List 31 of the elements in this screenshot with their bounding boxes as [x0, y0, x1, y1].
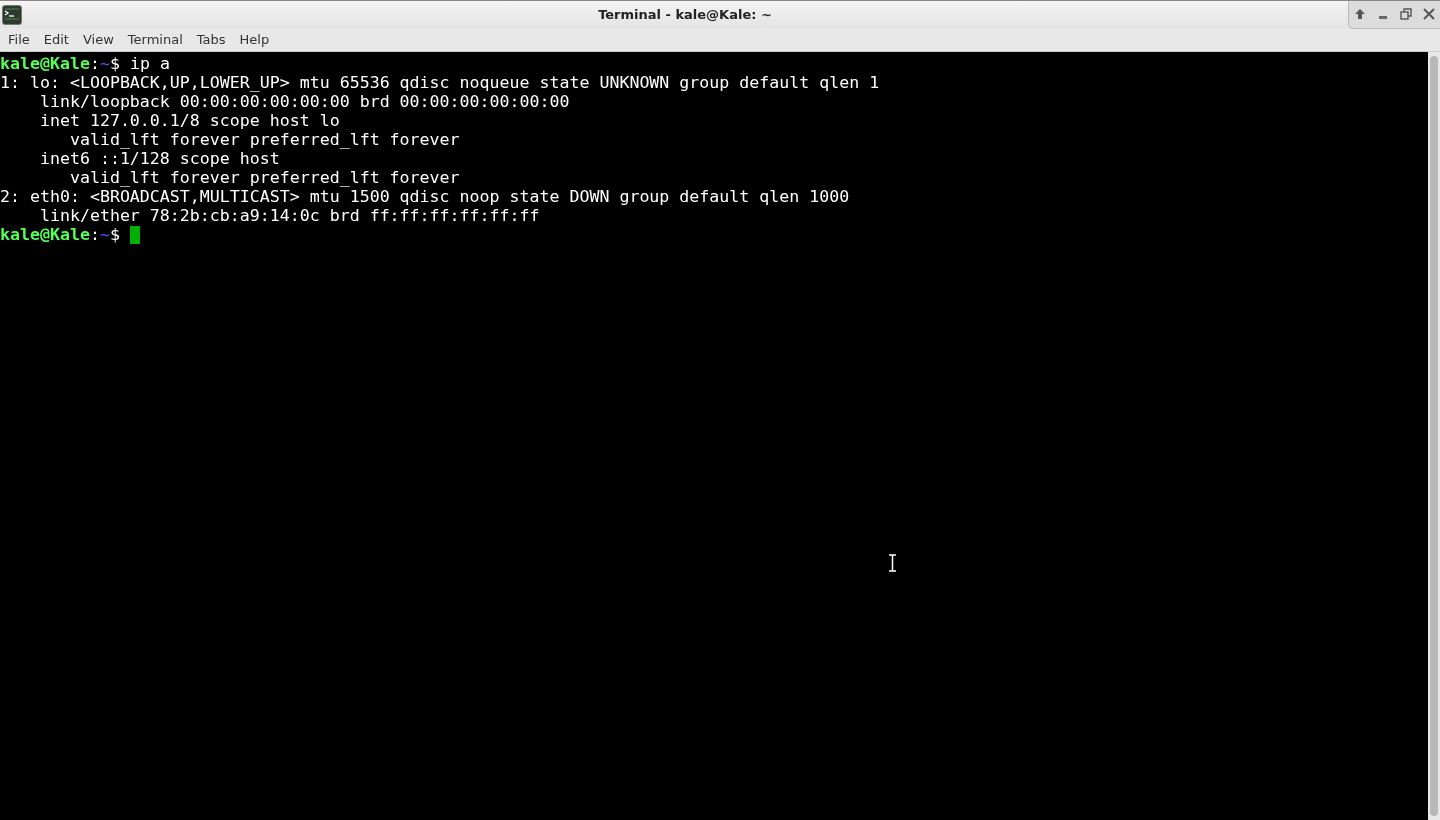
- menu-item[interactable]: Edit: [37, 29, 75, 50]
- close-icon[interactable]: [1422, 8, 1435, 20]
- maximize-icon[interactable]: [1399, 8, 1412, 20]
- output-line: link/loopback 00:00:00:00:00:00 brd 00:00:00:00:00:00: [38, 92, 570, 111]
- prompt-separator: :: [89, 54, 100, 73]
- prompt-user: kale@Kale: [0, 54, 90, 73]
- menu-item[interactable]: View: [76, 29, 120, 50]
- scrollbar-thumb[interactable]: [1430, 56, 1438, 816]
- prompt-separator: :: [89, 225, 100, 244]
- prompt-symbol: $: [109, 54, 120, 73]
- terminal-icon: [2, 4, 22, 25]
- menu-item[interactable]: Terminal: [121, 29, 189, 50]
- prompt-path: ~: [99, 54, 110, 73]
- menu-item[interactable]: Help: [233, 29, 276, 50]
- prompt-symbol: $: [109, 225, 120, 244]
- text-cursor-icon: [888, 554, 897, 572]
- output-line: inet 127.0.0.1/8 scope host lo: [38, 111, 340, 130]
- output-line: link/ether 78:2b:cb:a9:14:0c brd ff:ff:ff:ff:ff:ff: [38, 206, 540, 225]
- output-line: valid_lft forever preferred_lft forever: [68, 168, 460, 187]
- scrollbar[interactable]: [1428, 52, 1440, 820]
- output-line: valid_lft forever preferred_lft forever: [68, 130, 460, 149]
- output-line: 2: eth0: <BROADCAST,MULTICAST> mtu 1500 qdisc noop state DOWN group default qlen 1000: [0, 187, 850, 206]
- output-line: inet6 ::1/128 scope host: [38, 149, 280, 168]
- window-title: Terminal - kale@Kale: ~: [598, 5, 772, 24]
- output-line: 1: lo: <LOOPBACK,UP,LOWER_UP> mtu 65536 qdisc noqueue state UNKNOWN group default qlen 1: [0, 73, 880, 92]
- command-text: ip a: [129, 54, 170, 73]
- prompt-path: ~: [99, 225, 110, 244]
- prompt-user: kale@Kale: [0, 225, 90, 244]
- menu-item[interactable]: File: [2, 29, 36, 50]
- menu-item[interactable]: Tabs: [190, 29, 232, 50]
- arrow-up-icon[interactable]: [1354, 8, 1367, 20]
